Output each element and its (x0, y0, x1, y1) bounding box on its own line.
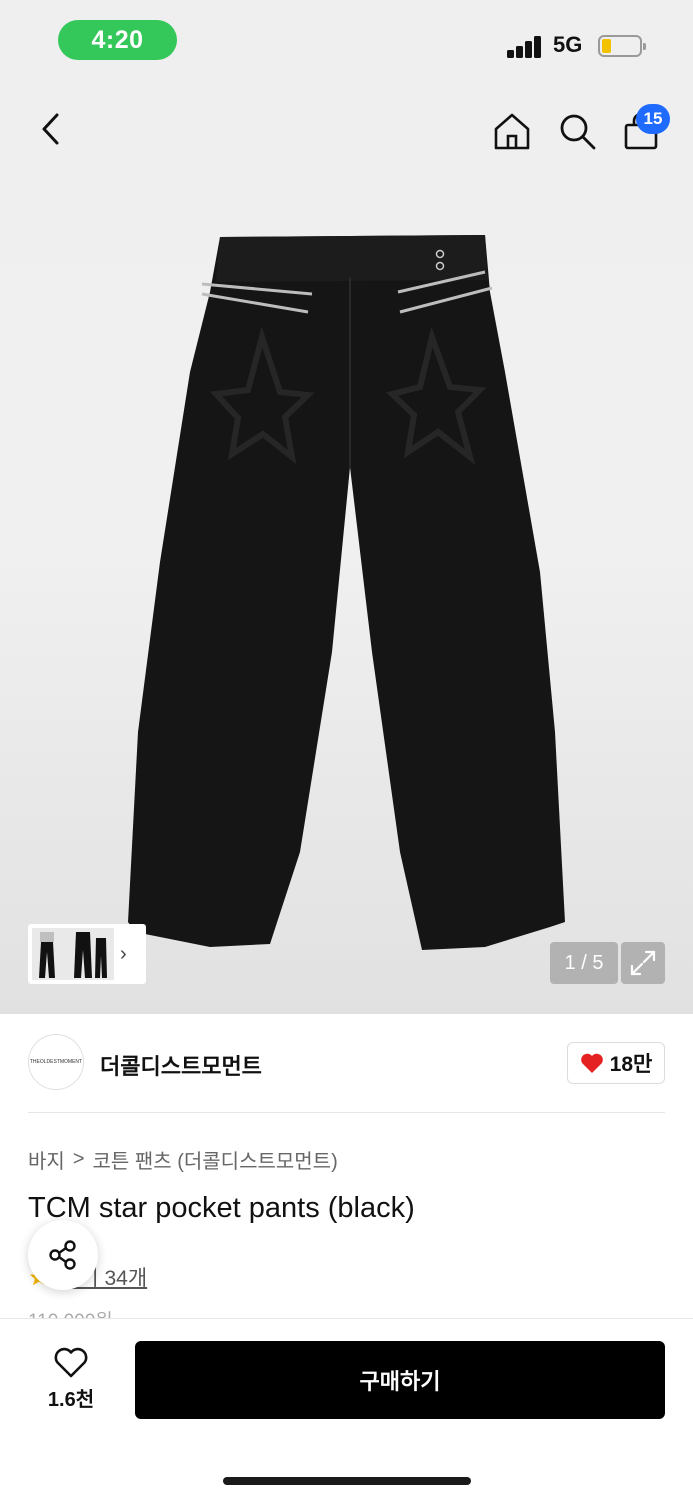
thumbnail-image (32, 928, 114, 980)
home-icon (494, 113, 530, 150)
brand-like-button[interactable]: 18만 (567, 1042, 665, 1084)
signal-icon (507, 34, 543, 58)
status-time: 4:20 (58, 20, 177, 60)
chevron-right-icon: › (120, 942, 127, 965)
brand-row[interactable]: THEOLDESTMOMENT 더콜디스트모먼트 18만 (0, 1014, 693, 1114)
expand-icon (630, 950, 656, 976)
product-image (128, 235, 565, 950)
chevron-left-icon (42, 113, 59, 145)
price-text: 110,000원 (28, 1306, 113, 1318)
product-gallery[interactable]: › 1 / 5 (0, 84, 693, 1014)
breadcrumb-separator-icon: > (72, 1148, 85, 1170)
bottom-action-bar: 1.6천 구매하기 (0, 1318, 693, 1500)
brand-logo[interactable]: THEOLDESTMOMENT (28, 1034, 84, 1090)
breadcrumb-category[interactable]: 바지 (28, 1145, 65, 1174)
breadcrumb: 바지 > 코튼 팬츠 (더콜디스트모먼트) (28, 1145, 338, 1174)
heart-filled-icon (580, 1053, 603, 1073)
wishlist-count: 1.6천 (47, 1388, 95, 1411)
battery-icon (598, 35, 646, 57)
thumbnail-strip[interactable]: › (28, 924, 146, 984)
heart-outline-icon (54, 1347, 88, 1377)
buy-button[interactable]: 구매하기 (135, 1341, 665, 1419)
home-button[interactable] (487, 106, 537, 156)
expand-button[interactable] (621, 942, 665, 984)
network-type: 5G (553, 32, 583, 57)
share-icon (49, 1240, 76, 1270)
brand-logo-text: THEOLDESTMOMENT (29, 1059, 83, 1065)
brand-name[interactable]: 더콜디스트모먼트 (100, 1049, 262, 1081)
brand-like-count: 18만 (609, 1053, 653, 1076)
search-button[interactable] (552, 106, 602, 156)
cart-count-badge: 15 (636, 104, 670, 134)
status-bar: 4:20 5G (0, 0, 693, 84)
page-indicator: 1 / 5 (550, 942, 618, 984)
back-button[interactable] (28, 106, 74, 152)
product-title: TCM star pocket pants (black) (28, 1192, 415, 1224)
divider (28, 1112, 665, 1113)
search-icon (560, 114, 596, 150)
share-button[interactable] (28, 1220, 98, 1290)
breadcrumb-subcategory[interactable]: 코튼 팬츠 (더콜디스트모먼트) (93, 1145, 338, 1174)
wishlist-button[interactable]: 1.6천 (30, 1343, 112, 1415)
home-indicator (223, 1477, 471, 1485)
